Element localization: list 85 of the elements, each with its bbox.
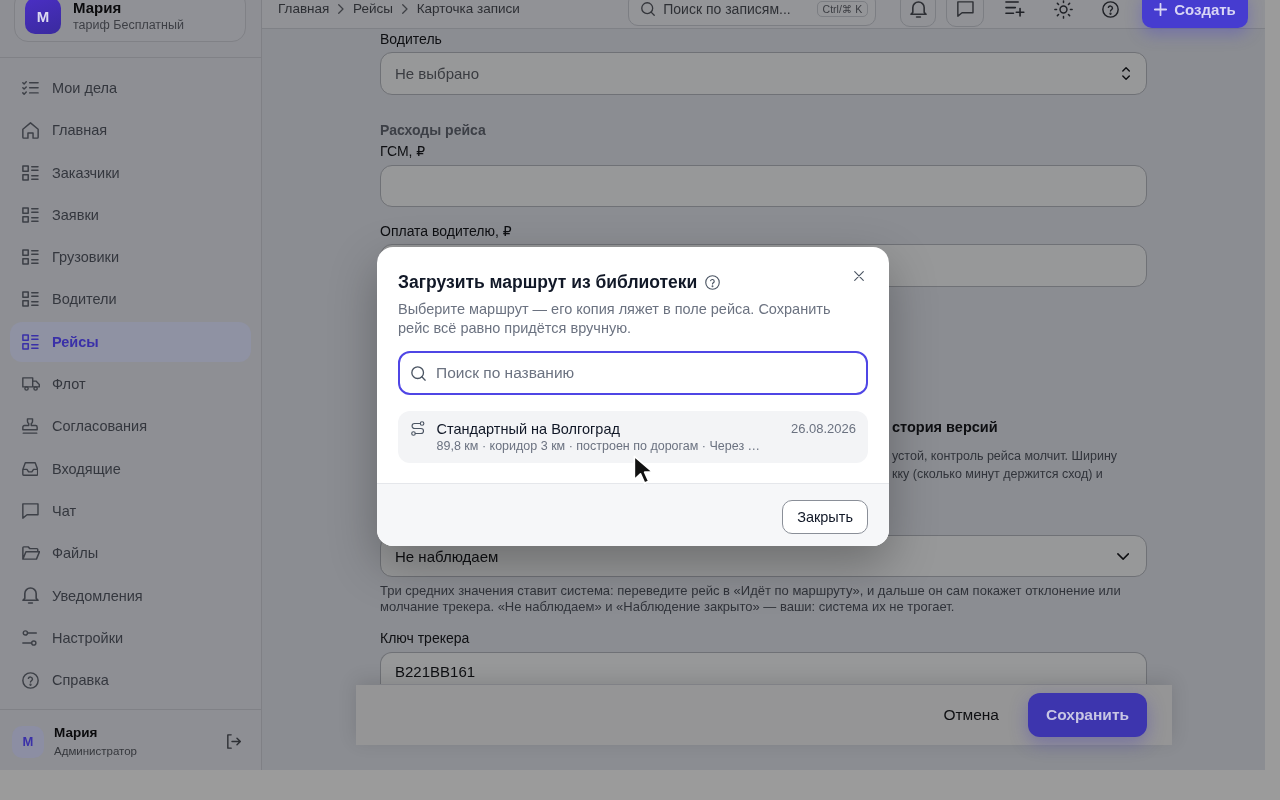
- list-icon: [22, 164, 39, 181]
- account-name: Мария: [73, 0, 123, 17]
- close-dialog-button[interactable]: Закрыть: [782, 500, 868, 534]
- inbox-icon: [22, 461, 39, 476]
- nav-item[interactable]: Справка: [10, 660, 251, 701]
- user-avatar: М: [12, 725, 44, 758]
- list-icon: [22, 249, 39, 266]
- dialog-title: Загрузить маршрут из библиотеки: [398, 271, 698, 293]
- nav-item[interactable]: Заявки: [10, 194, 251, 235]
- sliders-icon: [22, 629, 38, 646]
- nav-item[interactable]: Входящие: [10, 448, 251, 489]
- save-button[interactable]: Сохранить: [1028, 693, 1147, 737]
- help-icon: [22, 671, 39, 689]
- list-icon: [22, 333, 39, 350]
- sun-icon[interactable]: [1054, 0, 1073, 19]
- nav-item[interactable]: Главная: [10, 110, 251, 151]
- field-label: ГСМ, ₽: [380, 142, 427, 160]
- nav-item[interactable]: Уведомления: [10, 575, 251, 616]
- chevron-up-down-icon: [1121, 67, 1130, 80]
- nav-item[interactable]: Грузовики: [10, 237, 251, 278]
- field-label: Ключ трекера: [380, 629, 471, 647]
- record-search-input[interactable]: Поиск по записям...: [663, 1, 809, 17]
- nav-item[interactable]: Водители: [10, 279, 251, 320]
- shortcut-hint: Ctrl/⌘ K: [816, 1, 869, 17]
- route-item[interactable]: Стандартный на Волгоград 89,8 км · коридор 3 км · построен по дорогам · Через … 26.08.2026: [398, 411, 868, 463]
- stamp-icon: [22, 418, 38, 435]
- truck-icon: [22, 377, 41, 392]
- search-icon: [411, 365, 426, 381]
- chevron-down-icon: [1116, 552, 1129, 560]
- user-role: Администратор: [54, 744, 137, 760]
- notifications-button[interactable]: [900, 0, 937, 27]
- account-avatar: М: [25, 0, 61, 34]
- tracker-key-field[interactable]: B221BB161: [380, 652, 1147, 684]
- list-plus-icon[interactable]: [1005, 1, 1025, 17]
- nav-item[interactable]: Мои дела: [10, 68, 251, 108]
- helper-text: Три средних значения ставит система: переведите рейс в «Идёт по маршруту», и дальше он сам покажет отклонение или молчание трекера. «Не наблюдаем» и «Наблюдение закрыто» — ваши: система их не трогает.: [380, 583, 1122, 615]
- user-name: Мария: [54, 724, 99, 743]
- nav-item[interactable]: Заказчики: [10, 152, 251, 193]
- fuel-cost-field[interactable]: [380, 165, 1147, 207]
- nav-item[interactable]: Настройки: [10, 617, 251, 658]
- nav-item[interactable]: Согласования: [10, 406, 251, 447]
- help-icon[interactable]: [1102, 0, 1119, 18]
- route-search-field[interactable]: Поиск по названию: [398, 351, 868, 395]
- route-name: Стандартный на Волгоград: [436, 420, 621, 438]
- help-icon[interactable]: [705, 274, 721, 290]
- cancel-button[interactable]: Отмена: [933, 698, 1009, 732]
- logout-icon[interactable]: [226, 734, 241, 750]
- hint-text: кку (сколько минут держится сход) и: [892, 466, 1104, 483]
- breadcrumb-current: Карточка записи: [416, 1, 520, 17]
- checklist-icon: [22, 81, 39, 95]
- plan-text: тариф Бесплатный: [73, 17, 184, 33]
- nav-item[interactable]: Файлы: [10, 533, 251, 574]
- chat-icon: [956, 1, 974, 17]
- chevron-right-icon: [402, 4, 408, 14]
- chat-button[interactable]: [946, 0, 985, 27]
- driver-select[interactable]: Не выбрано: [380, 52, 1147, 95]
- field-label: Оплата водителю, ₽: [380, 222, 513, 240]
- close-icon: [854, 271, 864, 281]
- route-meta: 89,8 км · коридор 3 км · построен по дорогам · Через …: [436, 438, 761, 454]
- create-button[interactable]: Создать: [1142, 0, 1248, 28]
- route-icon: [411, 421, 425, 436]
- search-icon: [641, 2, 656, 16]
- folder-icon: [22, 546, 41, 561]
- section-title: Расходы рейса: [380, 121, 487, 139]
- nav-item[interactable]: Чат: [10, 490, 251, 531]
- bell-icon: [22, 587, 39, 605]
- breadcrumb-link[interactable]: Рейсы: [353, 1, 393, 17]
- dialog-description: Выберите маршрут — его копия ляжет в поле рейса. Сохранить рейс всё равно придётся вручную.: [398, 300, 832, 338]
- bell-icon: [909, 0, 927, 18]
- account-card[interactable]: М Мария тариф Бесплатный: [14, 0, 246, 42]
- route-date: 26.08.2026: [790, 421, 856, 437]
- hint-text: устой, контроль рейса молчит. Ширину: [892, 448, 1119, 465]
- nav-item[interactable]: Флот: [10, 364, 251, 405]
- home-icon: [22, 121, 39, 139]
- chat-icon: [22, 502, 39, 519]
- list-icon: [22, 291, 39, 308]
- plus-icon: [1154, 2, 1168, 16]
- record-search-field[interactable]: Поиск по записям... Ctrl/⌘ K: [628, 0, 877, 26]
- version-history-link[interactable]: стория версий: [892, 417, 1147, 437]
- breadcrumb-link[interactable]: Главная: [278, 1, 330, 17]
- chevron-right-icon: [338, 4, 345, 14]
- field-label: Водитель: [380, 30, 443, 48]
- nav-item[interactable]: Рейсы: [10, 321, 251, 362]
- list-icon: [22, 206, 39, 223]
- route-search-input[interactable]: Поиск по названию: [436, 364, 855, 382]
